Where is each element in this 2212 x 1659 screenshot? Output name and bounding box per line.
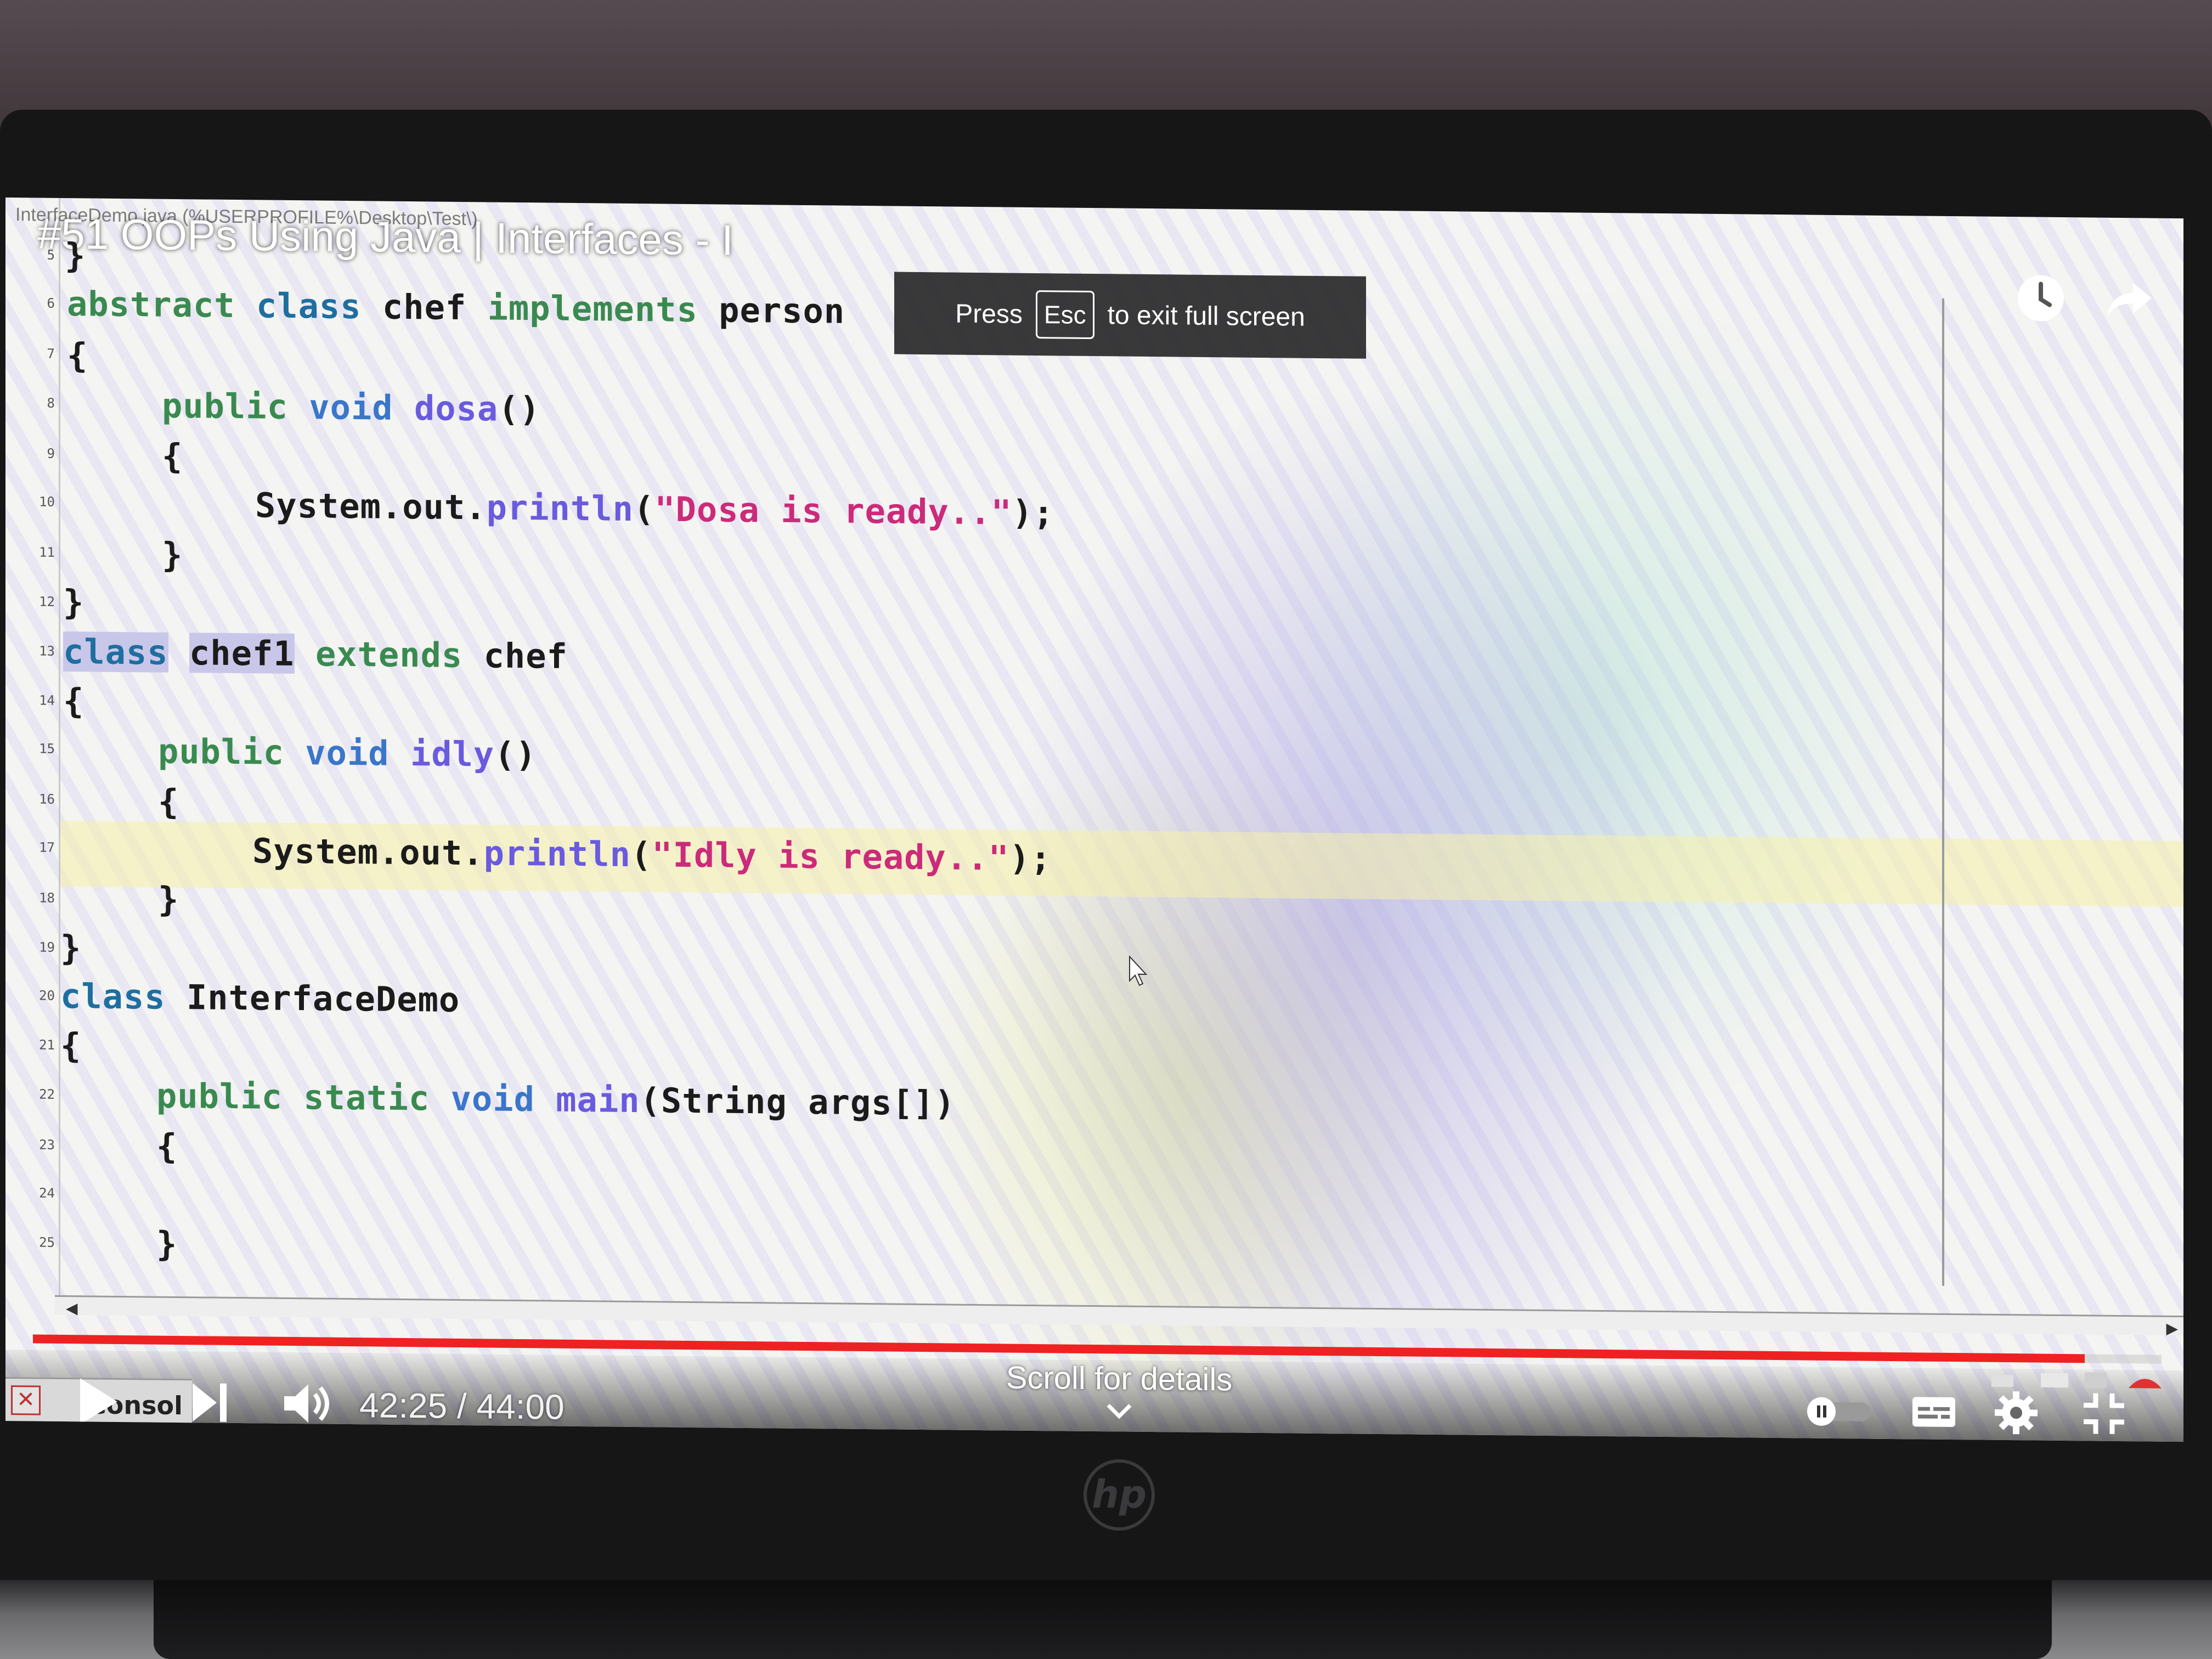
code-line-13: class chef1 extends chef <box>63 631 568 676</box>
editor-margin-line <box>1942 298 1944 1286</box>
line-number: 13 <box>39 643 55 659</box>
code-line-20: class InterfaceDemo <box>60 975 460 1020</box>
line-number: 24 <box>39 1185 55 1201</box>
code-line-14: { <box>63 681 84 721</box>
code-line-18: } <box>158 879 179 920</box>
code-line-10: System.out.println("Dosa is ready.."); <box>255 485 1054 533</box>
scroll-for-details-hint[interactable]: Scroll for details <box>1004 1359 1234 1398</box>
code-line-12: } <box>63 582 84 623</box>
code-line-19: } <box>60 927 82 968</box>
time-display: 42:25 / 44:00 <box>359 1385 565 1427</box>
share-icon[interactable] <box>2101 273 2156 328</box>
line-number: 17 <box>39 839 55 855</box>
line-number: 16 <box>39 791 55 807</box>
line-number: 14 <box>39 692 55 708</box>
scroll-right-arrow-icon[interactable]: ▶ <box>2166 1319 2178 1338</box>
line-number: 21 <box>39 1037 55 1053</box>
line-number: 7 <box>47 346 55 362</box>
video-title[interactable]: #51 OOPs Using Java | Interfaces - I <box>37 209 733 266</box>
gear-icon[interactable] <box>1991 1388 2041 1438</box>
line-number: 9 <box>47 445 55 461</box>
line-number: 11 <box>39 544 55 560</box>
line-number: 18 <box>39 890 55 906</box>
video-player-screen[interactable]: InterfaceDemo.java (%USERPROFILE%\Deskto… <box>5 198 2183 1442</box>
code-line-21: { <box>60 1025 82 1066</box>
code-line-9: { <box>162 436 183 477</box>
mouse-cursor-icon <box>1129 955 1148 986</box>
toast-message: to exit full screen <box>1107 300 1305 332</box>
line-number: 12 <box>39 594 55 610</box>
line-number: 25 <box>39 1234 55 1250</box>
captions-icon[interactable] <box>1909 1392 1959 1431</box>
code-line-16: { <box>158 781 179 822</box>
line-number: 22 <box>39 1086 55 1102</box>
code-line-8: public void dosa() <box>162 385 540 430</box>
code-line-23: { <box>156 1126 178 1167</box>
scroll-left-arrow-icon[interactable]: ◀ <box>66 1299 78 1317</box>
toast-press-text: Press <box>955 299 1023 329</box>
clock-icon[interactable] <box>2013 272 2068 327</box>
line-number: 10 <box>39 494 55 510</box>
hp-logo: hp <box>1084 1459 1155 1531</box>
play-icon[interactable] <box>77 1375 121 1428</box>
line-number: 20 <box>39 988 55 1003</box>
line-number: 19 <box>39 939 55 955</box>
code-line-17: System.out.println("Idly is ready.."); <box>252 831 1052 879</box>
line-number: 6 <box>47 295 55 311</box>
code-line-22: public static void main(String args[]) <box>156 1075 956 1124</box>
line-number: 8 <box>47 395 55 411</box>
code-line-5: } <box>65 235 86 276</box>
code-line-15: public void idly() <box>158 731 537 775</box>
line-number: 15 <box>39 741 55 757</box>
console-close-icon[interactable]: ✕ <box>11 1385 41 1415</box>
laptop-hinge-bar <box>154 1580 2052 1659</box>
code-line-7: { <box>67 335 88 376</box>
code-line-6: abstract class chef implements person <box>67 284 845 331</box>
exit-fullscreen-icon[interactable] <box>2079 1389 2129 1438</box>
chevron-down-icon[interactable] <box>1103 1400 1136 1422</box>
line-number: 5 <box>47 247 55 263</box>
code-line-25: } <box>156 1223 178 1265</box>
fullscreen-toast: Press Esc to exit full screen <box>894 272 1366 359</box>
next-icon[interactable] <box>189 1379 233 1426</box>
code-line-11: } <box>162 534 183 575</box>
line-number: 23 <box>39 1137 55 1153</box>
autoplay-toggle-icon[interactable] <box>1805 1394 1876 1427</box>
volume-icon[interactable] <box>280 1379 335 1429</box>
moire-pattern <box>5 198 2183 1442</box>
esc-key-badge: Esc <box>1035 290 1094 340</box>
